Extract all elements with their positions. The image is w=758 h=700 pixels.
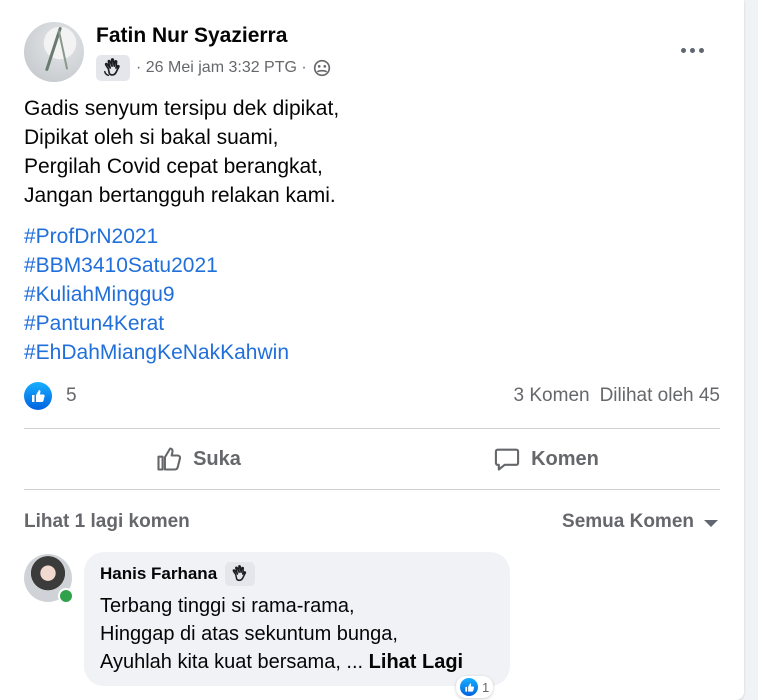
post-card: Fatin Nur Syazierra · 26 Mei jam 3:32 PT… [0,0,744,700]
post-body: Gadis senyum tersipu dek dipikat, Dipika… [24,94,339,210]
divider [24,489,720,490]
comment-button[interactable]: Komen [372,430,720,488]
comment-reaction-count: 1 [482,679,490,695]
comment-line: Hinggap di atas sekuntum bunga, [100,623,398,645]
hashtag-list: #ProfDrN2021 #BBM3410Satu2021 #KuliahMin… [24,222,289,367]
comment-reaction-badge[interactable]: 1 [456,676,494,698]
post-line: Jangan bertangguh relakan kami. [24,184,336,207]
thumbs-up-icon [460,678,478,696]
like-button[interactable]: Suka [24,430,372,488]
comment-label: Komen [531,447,599,470]
hashtag-link[interactable]: #BBM3410Satu2021 [24,251,289,280]
thumbs-up-icon[interactable] [24,382,52,410]
post-line: Gadis senyum tersipu dek dipikat, [24,97,340,120]
comment-text: Terbang tinggi si rama-rama, Hinggap di … [100,592,463,676]
waving-hand-icon[interactable] [225,562,256,586]
comment-sort-dropdown[interactable]: Semua Komen [562,511,720,533]
waving-hand-icon[interactable] [96,55,130,81]
view-count[interactable]: Dilihat oleh 45 [600,385,720,407]
online-status-dot [58,588,74,604]
page-scrollbar[interactable] [746,0,758,690]
comment-bubble: Hanis Farhana Terbang tinggi si rama-ram… [84,552,510,686]
post-timestamp[interactable]: · 26 Mei jam 3:32 PTG · [136,59,307,77]
sort-label: Semua Komen [562,511,694,532]
friends-globe-icon[interactable] [313,59,331,77]
post-meta: · 26 Mei jam 3:32 PTG · [96,54,331,82]
post-line: Pergilah Covid cepat berangkat, [24,155,323,178]
view-more-comments-link[interactable]: Lihat 1 lagi komen [24,511,190,533]
post-stats: 3 Komen Dilihat oleh 45 [514,385,720,407]
comment-line: Ayuhlah kita kuat bersama, ... [100,651,364,673]
comments-filter-row: Lihat 1 lagi komen Semua Komen [24,506,720,538]
commenter-avatar[interactable] [24,554,74,604]
more-horizontal-icon[interactable] [672,32,712,68]
see-more-link[interactable]: Lihat Lagi [369,651,463,673]
divider [24,428,720,429]
author-name[interactable]: Fatin Nur Syazierra [96,24,287,48]
reactions-summary: 5 3 Komen Dilihat oleh 45 [24,380,720,412]
post-actions: Suka Komen [24,430,720,488]
hashtag-link[interactable]: #EhDahMiangKeNakKahwin [24,338,289,367]
speech-bubble-icon [494,448,520,471]
author-avatar[interactable] [24,22,84,82]
hashtag-link[interactable]: #KuliahMinggu9 [24,280,289,309]
commenter-name[interactable]: Hanis Farhana [100,564,217,584]
post-line: Dipikat oleh si bakal suami, [24,126,279,149]
like-label: Suka [193,447,241,470]
comment-count[interactable]: 3 Komen [514,385,590,407]
hashtag-link[interactable]: #Pantun4Kerat [24,309,289,338]
comment-line: Terbang tinggi si rama-rama, [100,595,355,617]
hashtag-link[interactable]: #ProfDrN2021 [24,222,289,251]
caret-down-icon [704,520,718,527]
like-count[interactable]: 5 [66,385,77,407]
comment-header: Hanis Farhana [100,562,256,586]
thumbs-up-outline-icon [157,447,182,471]
